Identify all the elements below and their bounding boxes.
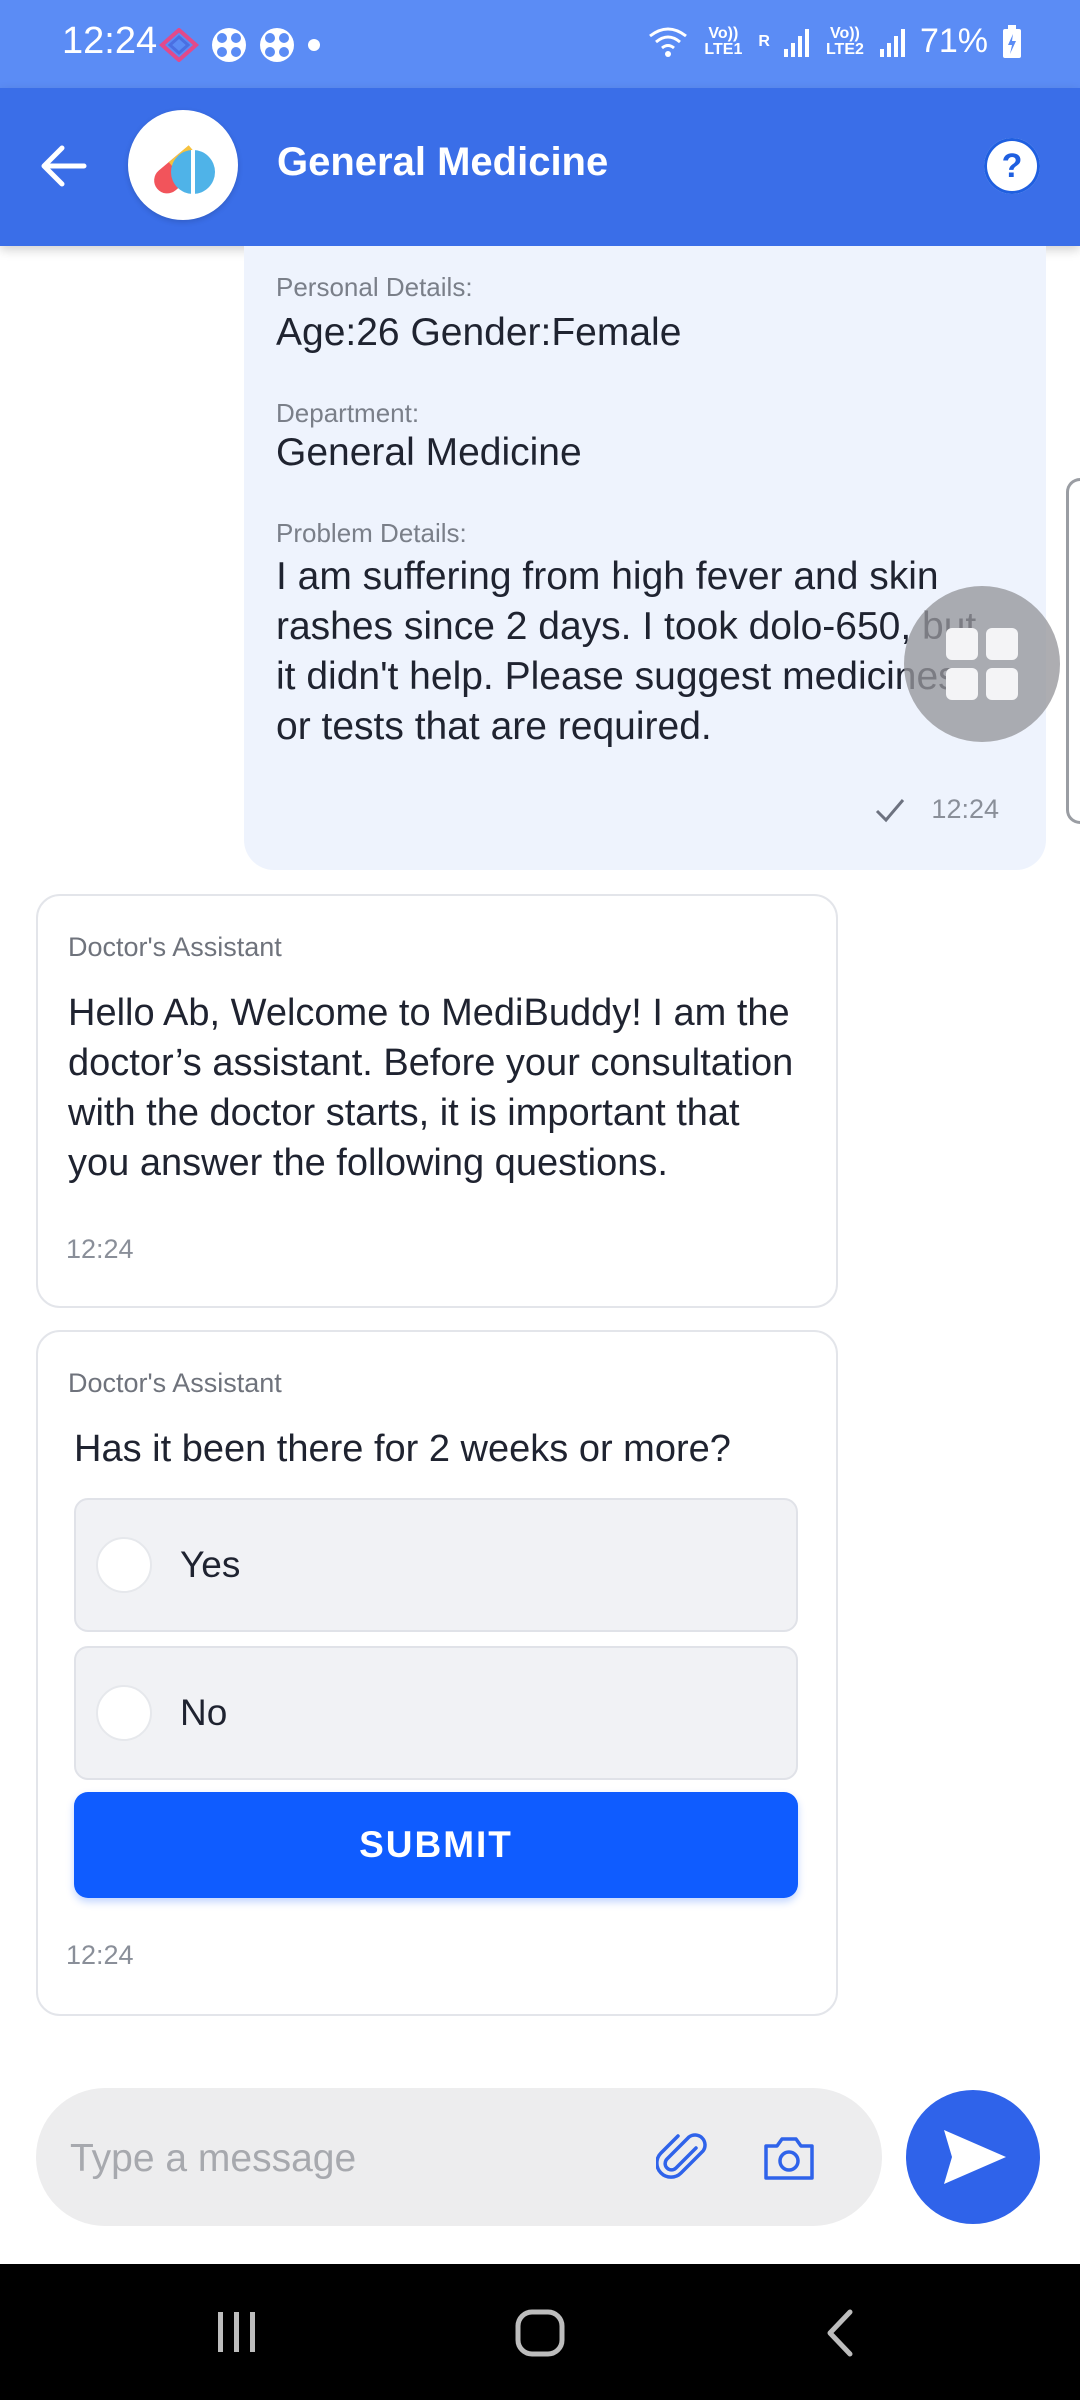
grid-icon-cell: [986, 668, 1018, 700]
pill-icon: [154, 145, 215, 194]
department-avatar: [128, 110, 238, 220]
sender-name: Doctor's Assistant: [68, 1368, 282, 1398]
grid-notification-icon-2: [260, 28, 294, 62]
recent-apps-icon[interactable]: [214, 2308, 260, 2356]
back-nav-icon[interactable]: [820, 2308, 860, 2358]
battery-percent: 71%: [919, 22, 988, 60]
option-no[interactable]: No: [74, 1646, 798, 1780]
check-icon: [875, 799, 905, 823]
status-time: 12:24: [62, 20, 158, 62]
floating-grid-button[interactable]: [904, 586, 1060, 742]
radio-button-yes[interactable]: [96, 1537, 152, 1593]
personal-details-value: Age:26 Gender:Female: [276, 311, 682, 354]
radio-button-no[interactable]: [96, 1685, 152, 1741]
message-time: 12:24: [66, 1940, 134, 1970]
send-icon: [944, 2130, 1006, 2184]
message-input[interactable]: [68, 2128, 632, 2190]
signal-icon-1: [783, 28, 809, 57]
grid-icon-cell: [946, 668, 978, 700]
camera-icon[interactable]: [760, 2130, 818, 2186]
message-time: 12:24: [66, 1234, 134, 1264]
message-composer: [36, 2088, 882, 2226]
app-bar: General Medicine ?: [0, 88, 1080, 246]
home-icon[interactable]: [512, 2306, 568, 2360]
problem-details-label: Problem Details:: [276, 518, 467, 548]
user-message-bubble: Personal Details: Age:26 Gender:Female D…: [244, 246, 1046, 870]
dot-icon: [308, 39, 320, 51]
network-1-label: Vo)) LTE1: [702, 24, 744, 58]
page-title: General Medicine: [277, 140, 609, 184]
network-2-label: Vo)) LTE2: [824, 24, 866, 58]
department-value: General Medicine: [276, 431, 582, 474]
system-navigation-bar: [0, 2264, 1080, 2400]
roaming-indicator: R: [758, 32, 770, 50]
department-label: Department:: [276, 398, 420, 428]
edge-panel-handle[interactable]: [1066, 478, 1080, 824]
app-notification-icon: [158, 28, 200, 62]
personal-details-label: Personal Details:: [276, 272, 473, 302]
network-2-text: Vo)) LTE2: [825, 24, 864, 58]
option-label: No: [180, 1692, 228, 1733]
status-indicators: Vo)) LTE1 R Vo)) LTE2 71%: [648, 22, 1022, 61]
question-text: Has it been there for 2 weeks or more?: [74, 1428, 731, 1470]
network-1-text: Vo)) LTE1: [704, 24, 743, 58]
status-bar: 12:24 Vo)) LTE1 R Vo)) LTE2 71%: [0, 0, 1080, 88]
send-button[interactable]: [906, 2090, 1040, 2224]
help-icon[interactable]: ?: [984, 138, 1040, 194]
assistant-message-card: Doctor's Assistant Hello Ab, Welcome to …: [36, 894, 838, 1308]
sender-name: Doctor's Assistant: [68, 932, 282, 962]
assistant-question-card: Doctor's Assistant Has it been there for…: [36, 1330, 838, 2016]
option-label: Yes: [180, 1544, 241, 1585]
message-time: 12:24: [931, 794, 999, 824]
battery-icon: [1003, 24, 1021, 58]
arrow-left-icon[interactable]: [38, 140, 90, 192]
notification-icons: [158, 26, 322, 64]
signal-icon-2: [879, 28, 905, 57]
grid-notification-icon: [212, 28, 246, 62]
option-yes[interactable]: Yes: [74, 1498, 798, 1632]
help-label: ?: [1001, 146, 1023, 185]
grid-icon: [946, 628, 978, 660]
grid-icon-cell: [986, 628, 1018, 660]
problem-details-value: I am suffering from high fever and skin …: [276, 555, 977, 748]
wifi-icon: [649, 27, 688, 57]
message-text: Hello Ab, Welcome to MediBuddy! I am the…: [68, 992, 794, 1184]
submit-button[interactable]: SUBMIT: [74, 1792, 798, 1898]
paperclip-icon[interactable]: [656, 2130, 712, 2186]
